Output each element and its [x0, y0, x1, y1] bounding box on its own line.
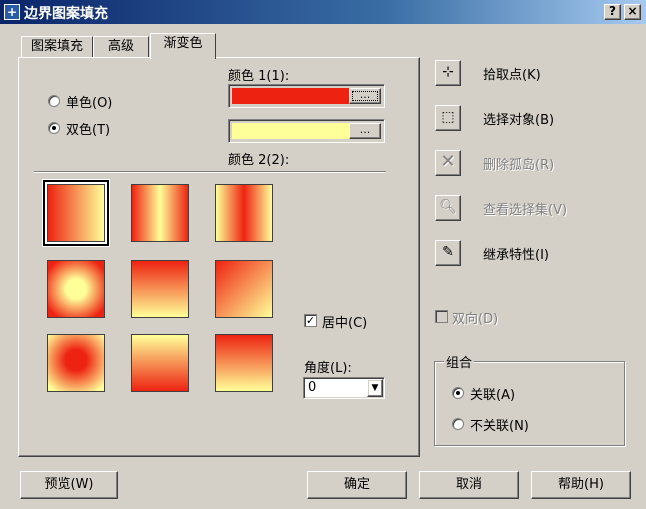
angle-combobox[interactable]: 0 ▼	[303, 377, 385, 399]
select-objects-label[interactable]: 选择对象(B)	[483, 109, 554, 128]
color1-bar[interactable]: ...	[228, 84, 385, 108]
help-title-button[interactable]: ?	[604, 4, 621, 20]
select-objects-icon[interactable]: ⬚	[435, 105, 461, 131]
color1-swatch	[232, 88, 350, 104]
gradient-spherical-swatch[interactable]	[47, 260, 105, 318]
double-checkbox[interactable]	[435, 310, 448, 323]
color1-label: 颜色 1(1):	[228, 69, 290, 84]
associative-label[interactable]: 关联(A)	[470, 384, 515, 403]
cancel-button[interactable]: 取消	[419, 471, 519, 499]
remove-islands-icon[interactable]: ✕	[435, 150, 461, 176]
color2-label: 颜色 2(2):	[228, 153, 290, 168]
view-selections-label[interactable]: 查看选择集(V)	[483, 199, 567, 218]
associativity-group	[434, 361, 625, 446]
divider	[34, 171, 386, 173]
gradient-invcurved-swatch[interactable]	[215, 334, 273, 392]
inherit-properties-icon[interactable]: ✎	[435, 240, 461, 266]
tab-hatch[interactable]: 图案填充	[21, 36, 93, 58]
remove-islands-label[interactable]: 删除孤岛(R)	[483, 154, 554, 173]
center-checkbox[interactable]: ✓	[304, 314, 317, 327]
angle-value: 0	[308, 380, 317, 395]
associative-radio[interactable]	[452, 387, 464, 399]
close-button[interactable]: ×	[624, 4, 641, 20]
help-button[interactable]: 帮助(H)	[531, 471, 631, 499]
two-color-label[interactable]: 双色(T)	[66, 119, 110, 138]
pick-points-icon[interactable]: ⊹	[435, 60, 461, 86]
color2-browse-button[interactable]: ...	[349, 123, 381, 139]
gradient-cylinder-swatch[interactable]	[131, 184, 189, 242]
color2-bar[interactable]: ...	[228, 119, 385, 143]
chevron-down-icon[interactable]: ▼	[367, 379, 383, 397]
gradient-invspherical-swatch[interactable]	[47, 334, 105, 392]
single-color-label[interactable]: 单色(O)	[66, 92, 112, 111]
ok-button[interactable]: 确定	[307, 471, 407, 499]
pick-points-label[interactable]: 拾取点(K)	[483, 64, 541, 83]
gradient-invcylinder-swatch[interactable]	[215, 184, 273, 242]
group-title: 组合	[444, 352, 475, 371]
hatch-app-icon: +	[4, 4, 20, 20]
tab-advanced[interactable]: 高级	[93, 36, 149, 58]
tab-gradient[interactable]: 渐变色	[150, 33, 216, 59]
color1-browse-button[interactable]: ...	[349, 88, 381, 104]
title-bar[interactable]: + 边界图案填充 ? ×	[0, 0, 646, 24]
inherit-label[interactable]: 继承特性(I)	[483, 244, 549, 263]
double-label[interactable]: 双向(D)	[452, 308, 498, 327]
gradient-linear-swatch[interactable]	[43, 180, 109, 246]
gradient-invhemispherical-swatch[interactable]	[131, 334, 189, 392]
gradient-curved-swatch[interactable]	[215, 260, 273, 318]
nonassociative-label[interactable]: 不关联(N)	[470, 415, 529, 434]
nonassociative-radio[interactable]	[452, 418, 464, 430]
single-color-radio[interactable]	[48, 95, 60, 107]
angle-label: 角度(L):	[304, 361, 352, 376]
two-color-radio[interactable]	[48, 122, 60, 134]
center-label[interactable]: 居中(C)	[322, 312, 367, 331]
color2-swatch	[232, 123, 350, 139]
view-selection-icon[interactable]: 🔍︎	[435, 195, 461, 221]
window-title: 边界图案填充	[24, 6, 108, 22]
gradient-hemispherical-swatch[interactable]	[131, 260, 189, 318]
preview-button[interactable]: 预览(W)	[20, 471, 118, 499]
